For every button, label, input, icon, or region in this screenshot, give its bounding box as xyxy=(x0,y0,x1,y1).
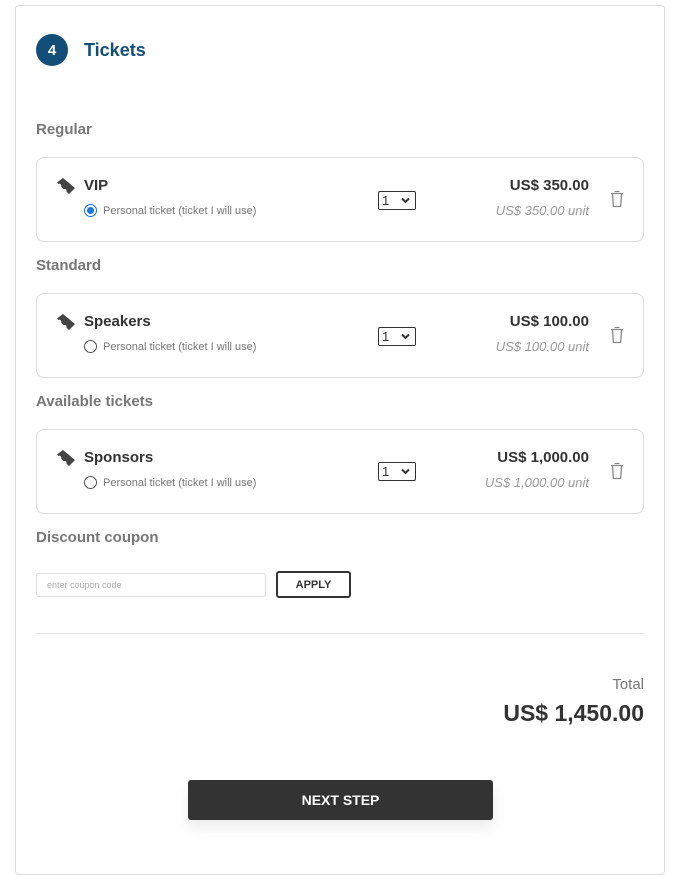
personal-ticket-option[interactable]: Personal ticket (ticket I will use) xyxy=(84,476,256,489)
step-header: 4 Tickets xyxy=(36,34,146,66)
ticket-unit-price: US$ 350.00 unit xyxy=(495,203,589,218)
personal-ticket-label: Personal ticket (ticket I will use) xyxy=(103,340,257,353)
chevron-down-icon xyxy=(401,197,410,204)
coupon-code-input[interactable] xyxy=(36,573,266,597)
tickets-step-card: 4 Tickets Regular VIP Personal ticket (t… xyxy=(15,5,665,875)
ticket-unit-price: US$ 100.00 unit xyxy=(495,339,589,354)
step-title: Tickets xyxy=(84,39,146,60)
trash-icon[interactable] xyxy=(610,190,624,208)
ticket-card-speakers: Speakers Personal ticket (ticket I will … xyxy=(36,293,644,378)
chevron-down-icon xyxy=(401,333,410,340)
apply-coupon-button[interactable]: APPLY xyxy=(276,571,351,598)
ticket-price: US$ 1,000.00 xyxy=(497,449,589,466)
ticket-card-vip: VIP Personal ticket (ticket I will use) … xyxy=(36,157,644,242)
group-label-regular: Regular xyxy=(36,121,92,138)
discount-coupon-label: Discount coupon xyxy=(36,529,159,546)
personal-ticket-radio[interactable] xyxy=(84,476,97,489)
ticket-card-sponsors: Sponsors Personal ticket (ticket I will … xyxy=(36,429,644,514)
trash-icon[interactable] xyxy=(610,326,624,344)
ticket-icon xyxy=(57,314,75,330)
chevron-down-icon xyxy=(401,468,410,475)
group-label-standard: Standard xyxy=(36,257,102,274)
personal-ticket-radio[interactable] xyxy=(84,340,97,353)
ticket-name: Speakers xyxy=(84,313,151,330)
ticket-name: Sponsors xyxy=(84,449,154,466)
group-label-available-tickets: Available tickets xyxy=(36,393,154,410)
step-number-badge: 4 xyxy=(36,34,68,66)
next-step-button[interactable]: NEXT STEP xyxy=(188,780,493,820)
quantity-select[interactable]: 1 xyxy=(378,191,416,210)
total-value: US$ 1,450.00 xyxy=(503,700,644,726)
personal-ticket-option[interactable]: Personal ticket (ticket I will use) xyxy=(84,340,256,353)
quantity-value: 1 xyxy=(382,329,390,344)
divider xyxy=(36,633,644,634)
ticket-icon xyxy=(57,178,75,194)
personal-ticket-option[interactable]: Personal ticket (ticket I will use) xyxy=(84,204,256,217)
quantity-select[interactable]: 1 xyxy=(378,327,416,346)
ticket-unit-price: US$ 1,000.00 unit xyxy=(484,475,589,490)
ticket-name: VIP xyxy=(84,177,109,194)
quantity-value: 1 xyxy=(382,464,390,479)
quantity-value: 1 xyxy=(382,193,390,208)
ticket-price: US$ 350.00 xyxy=(509,177,589,194)
ticket-icon xyxy=(57,450,75,466)
personal-ticket-radio[interactable] xyxy=(84,204,97,217)
ticket-price: US$ 100.00 xyxy=(509,313,589,330)
total-label: Total xyxy=(612,676,644,693)
personal-ticket-label: Personal ticket (ticket I will use) xyxy=(103,476,257,489)
trash-icon[interactable] xyxy=(610,462,624,480)
personal-ticket-label: Personal ticket (ticket I will use) xyxy=(103,204,257,217)
quantity-select[interactable]: 1 xyxy=(378,462,416,481)
